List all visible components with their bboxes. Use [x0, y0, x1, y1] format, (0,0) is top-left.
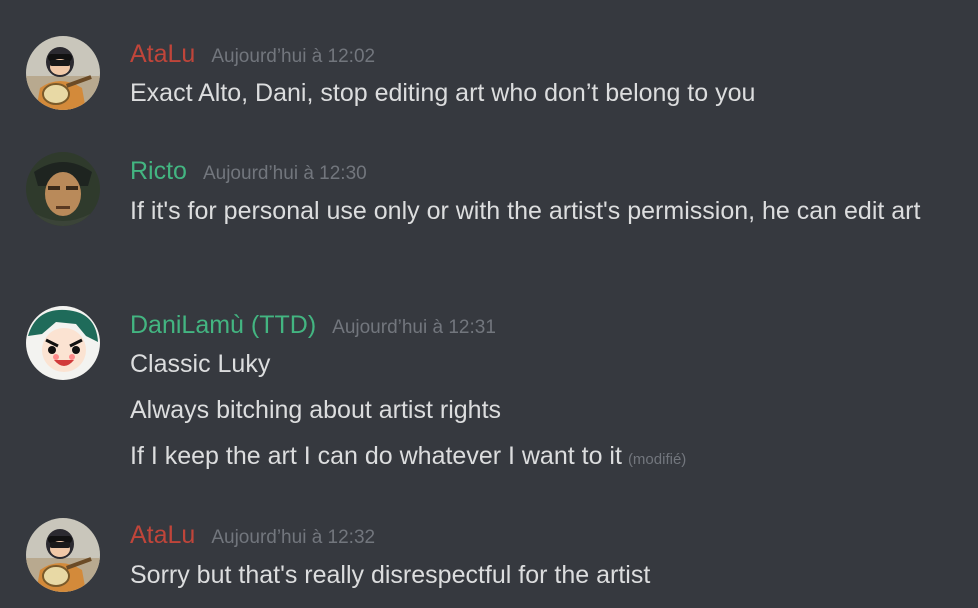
edited-indicator: (modifié): [627, 451, 687, 468]
timestamp: Aujourd’hui à 12:02: [211, 46, 376, 67]
message-text: If I keep the art I can do whatever I wa…: [130, 437, 960, 479]
message-text: Sorry but that's really disrespectful fo…: [130, 561, 651, 589]
message-header: DaniLamù (TTD) Aujourd’hui à 12:31: [130, 309, 496, 341]
message-header: Ricto Aujourd’hui à 12:30: [130, 155, 367, 187]
message-header: AtaLu Aujourd’hui à 12:02: [130, 38, 375, 70]
message-text: Always bitching about artist rights: [130, 396, 502, 424]
message-text: Exact Alto, Dani, stop editing art who d…: [130, 79, 756, 107]
username[interactable]: DaniLamù (TTD): [130, 309, 316, 341]
message-text: If it's for personal use only or with th…: [130, 197, 921, 225]
atalu-avatar-image: [26, 36, 100, 110]
user-avatar[interactable]: [26, 36, 100, 110]
timestamp: Aujourd’hui à 12:30: [202, 163, 367, 184]
message-text-content: If I keep the art I can do whatever I wa…: [130, 442, 622, 470]
username[interactable]: Ricto: [130, 155, 187, 187]
timestamp: Aujourd’hui à 12:32: [211, 527, 376, 548]
username[interactable]: AtaLu: [130, 519, 195, 551]
atalu-avatar-image: [26, 518, 100, 592]
username[interactable]: AtaLu: [130, 38, 195, 70]
danilamu-avatar-image: [26, 306, 100, 380]
user-avatar[interactable]: [26, 152, 100, 226]
message-text: Classic Luky: [130, 350, 271, 378]
ricto-avatar-image: [26, 152, 100, 226]
user-avatar[interactable]: [26, 518, 100, 592]
user-avatar[interactable]: [26, 306, 100, 380]
timestamp: Aujourd’hui à 12:31: [332, 317, 496, 338]
message-header: AtaLu Aujourd’hui à 12:32: [130, 519, 375, 551]
